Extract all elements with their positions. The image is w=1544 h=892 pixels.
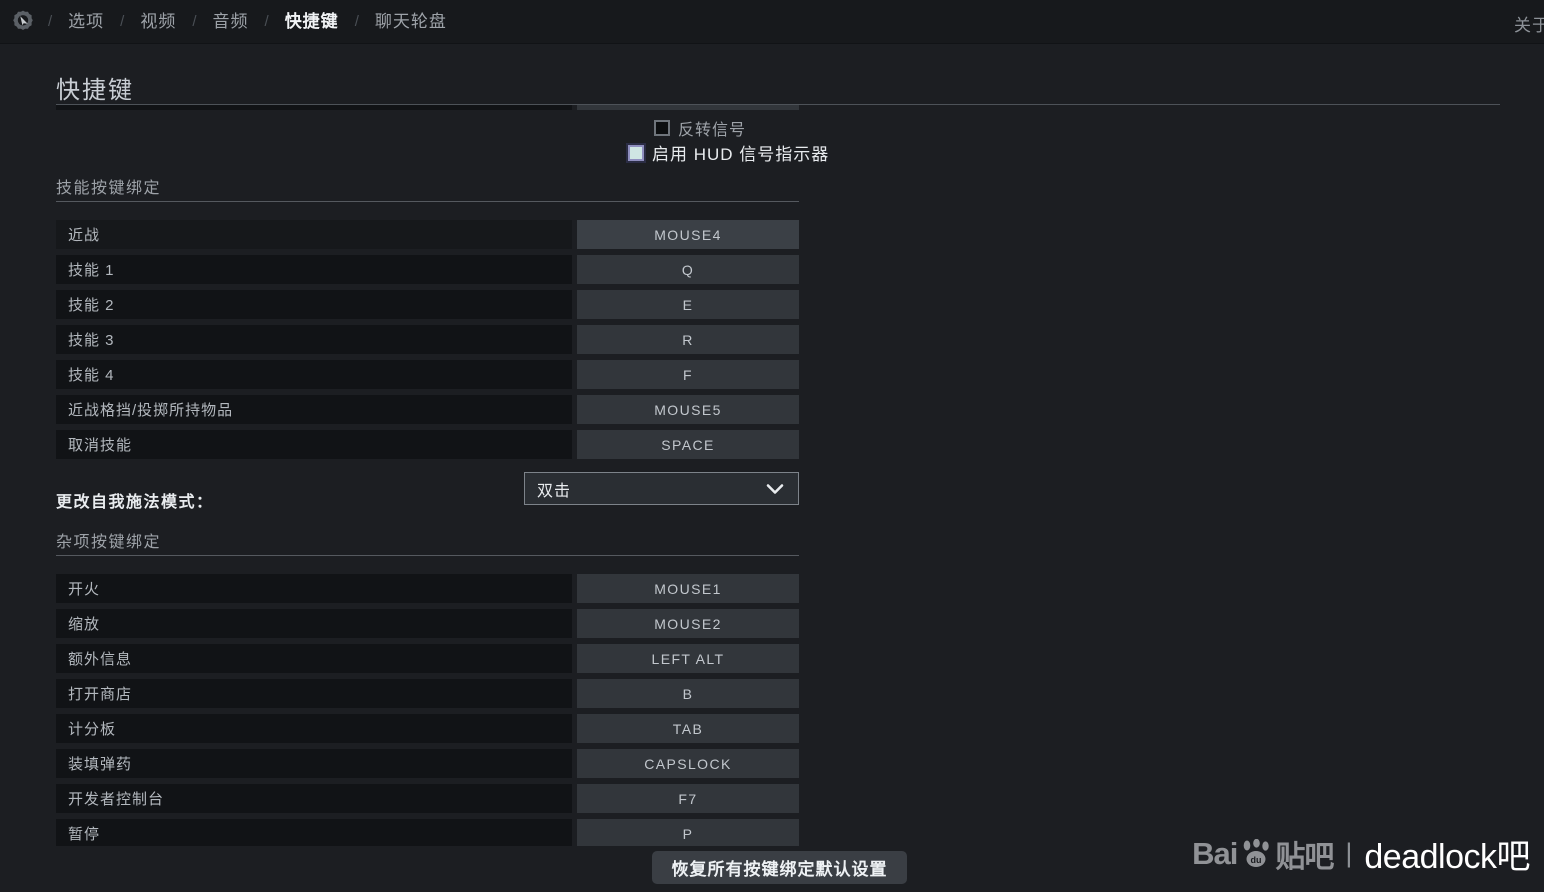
binding-key-button[interactable]: P (577, 819, 799, 847)
page-title: 快捷键 (56, 77, 134, 104)
table-row[interactable]: 装填弹药 CAPSLOCK (0, 749, 1544, 778)
binding-key-button[interactable]: B (577, 679, 799, 708)
table-row[interactable]: 技能 3 R (0, 325, 1544, 354)
checkbox-invert-signal[interactable]: 反转信号 (654, 116, 746, 140)
tab-options[interactable]: 选项 (54, 0, 118, 44)
binding-label: 技能 4 (56, 360, 572, 389)
table-row[interactable]: 技能 2 E (0, 290, 1544, 319)
table-row[interactable]: 取消技能 SPACE (0, 430, 1544, 459)
binding-label: 打开商店 (56, 679, 572, 708)
tab-separator: / (264, 13, 269, 30)
binding-label: 计分板 (56, 714, 572, 743)
footer-bar: 恢复所有按键绑定默认设置 (0, 846, 1544, 892)
binding-key-button[interactable]: F7 (577, 784, 799, 813)
binding-key-button[interactable]: MOUSE4 (577, 220, 799, 249)
section-title: 技能按键绑定 (56, 180, 162, 197)
section-skill-bindings-header: 技能按键绑定 (0, 174, 1544, 220)
table-row[interactable]: 近战格挡/投掷所持物品 MOUSE5 (0, 395, 1544, 424)
binding-key-button[interactable]: E (577, 290, 799, 319)
binding-key-button[interactable]: TAB (577, 714, 799, 743)
selfcast-mode-value: 双击 (537, 482, 572, 500)
gear-icon[interactable] (0, 0, 46, 44)
binding-key-button[interactable]: SPACE (577, 430, 799, 459)
binding-key-button[interactable]: MOUSE5 (577, 395, 799, 424)
binding-label: 近战格挡/投掷所持物品 (56, 395, 572, 424)
selfcast-mode-setting: 更改自我施法模式： 双击 (0, 472, 1544, 528)
checkbox-label: 反转信号 (678, 122, 747, 139)
table-row[interactable]: 开发者控制台 F7 (0, 784, 1544, 813)
tab-video[interactable]: 视频 (126, 0, 190, 44)
binding-key-button[interactable]: R (577, 325, 799, 354)
checkbox-label: 启用 HUD 信号指示器 (652, 145, 830, 164)
binding-key-button[interactable]: LEFT ALT (577, 644, 799, 673)
tab-chat-wheel[interactable]: 聊天轮盘 (361, 0, 461, 44)
binding-label: 技能 3 (56, 325, 572, 354)
signal-options-group: 反转信号 启用 HUD 信号指示器 (0, 116, 1544, 174)
tab-separator: / (354, 13, 359, 30)
table-row[interactable]: 技能 1 Q (0, 255, 1544, 284)
binding-label (56, 105, 572, 110)
skill-bindings-list: 近战 MOUSE4 技能 1 Q 技能 2 E 技能 3 R 技能 4 F 近战… (0, 220, 1544, 459)
table-row[interactable]: 缩放 MOUSE2 (0, 609, 1544, 638)
tab-about[interactable]: 关于 (1514, 11, 1544, 36)
table-row[interactable]: 技能 4 F (0, 360, 1544, 389)
checkbox-box-icon[interactable] (628, 144, 644, 161)
binding-label: 额外信息 (56, 644, 572, 673)
top-navigation-bar: / 选项 / 视频 / 音频 / 快捷键 / 聊天轮盘 关于 (0, 0, 1544, 44)
tab-keybinds[interactable]: 快捷键 (271, 0, 353, 44)
tab-audio[interactable]: 音频 (199, 0, 263, 44)
section-title: 杂项按键绑定 (56, 534, 162, 551)
binding-label: 取消技能 (56, 430, 572, 459)
binding-label: 暂停 (56, 819, 572, 847)
binding-label: 技能 2 (56, 290, 572, 319)
tab-separator: / (192, 13, 197, 30)
selfcast-mode-label: 更改自我施法模式： (56, 494, 214, 511)
checkbox-enable-hud-signal-indicator[interactable]: 启用 HUD 信号指示器 (628, 140, 829, 165)
binding-label: 近战 (56, 220, 572, 249)
binding-key-button[interactable]: MOUSE1 (577, 574, 799, 603)
settings-tabs: / 选项 / 视频 / 音频 / 快捷键 / 聊天轮盘 (46, 0, 1544, 44)
binding-key-button[interactable]: MOUSE2 (577, 609, 799, 638)
section-misc-bindings-header: 杂项按键绑定 (0, 528, 1544, 574)
binding-key-button[interactable] (577, 105, 799, 110)
binding-key-button[interactable]: CAPSLOCK (577, 749, 799, 778)
binding-key-button[interactable]: Q (577, 255, 799, 284)
checkbox-box-icon[interactable] (654, 120, 670, 136)
table-row[interactable] (0, 105, 1544, 110)
options-window: / 选项 / 视频 / 音频 / 快捷键 / 聊天轮盘 关于 快捷键 反转信号 … (0, 0, 1544, 892)
misc-bindings-list: 开火 MOUSE1 缩放 MOUSE2 额外信息 LEFT ALT 打开商店 B… (0, 574, 1544, 847)
binding-key-button[interactable]: F (577, 360, 799, 389)
reset-all-keybinds-button[interactable]: 恢复所有按键绑定默认设置 (652, 851, 907, 884)
settings-scroll-area[interactable]: 反转信号 启用 HUD 信号指示器 技能按键绑定 近战 MOUSE4 技能 1 (0, 105, 1544, 847)
chevron-down-icon (764, 478, 786, 500)
table-row[interactable]: 开火 MOUSE1 (0, 574, 1544, 603)
binding-label: 开火 (56, 574, 572, 603)
section-divider (56, 555, 799, 556)
binding-label: 开发者控制台 (56, 784, 572, 813)
table-row[interactable]: 计分板 TAB (0, 714, 1544, 743)
tab-separator: / (48, 13, 53, 30)
binding-label: 缩放 (56, 609, 572, 638)
selfcast-mode-dropdown[interactable]: 双击 (524, 472, 799, 505)
binding-label: 装填弹药 (56, 749, 572, 778)
table-row[interactable]: 暂停 P (0, 819, 1544, 847)
table-row[interactable]: 近战 MOUSE4 (0, 220, 1544, 249)
section-divider (56, 201, 799, 202)
table-row[interactable]: 打开商店 B (0, 679, 1544, 708)
binding-label: 技能 1 (56, 255, 572, 284)
table-row[interactable]: 额外信息 LEFT ALT (0, 644, 1544, 673)
tab-separator: / (120, 13, 125, 30)
